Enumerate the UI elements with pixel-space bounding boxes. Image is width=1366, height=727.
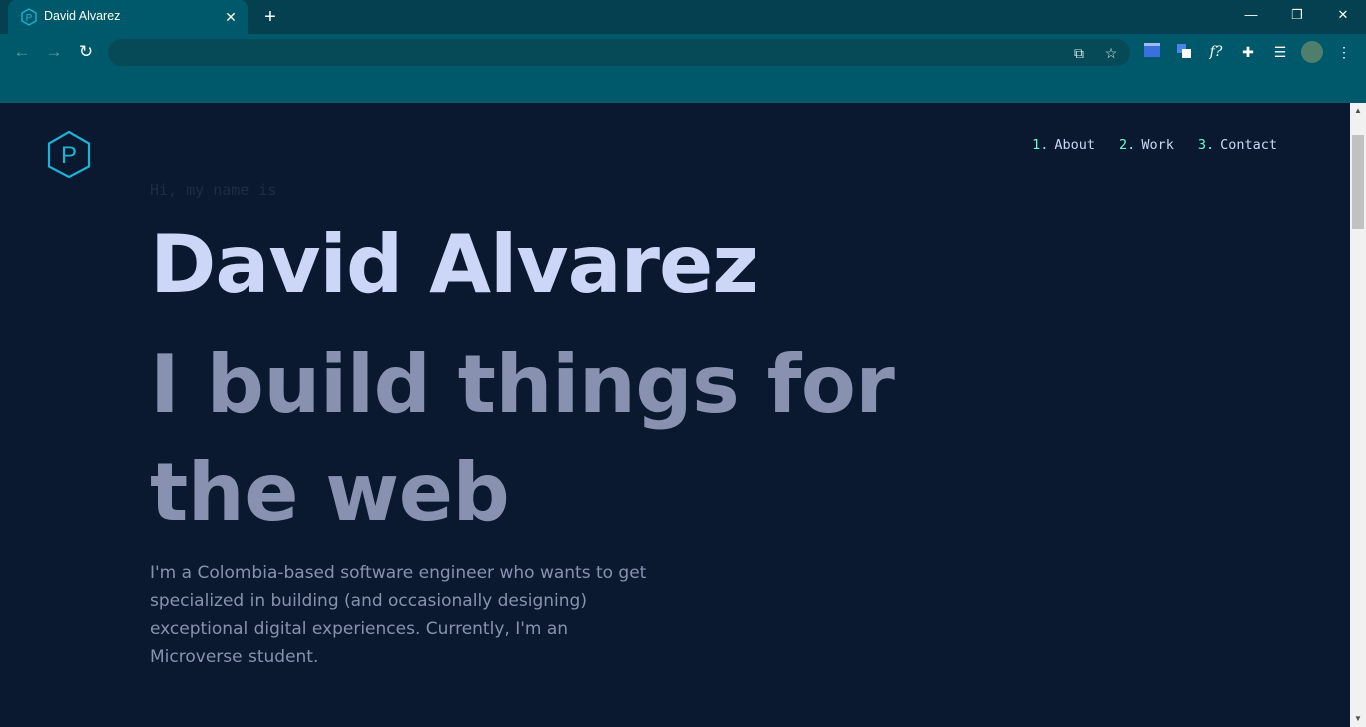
profile-avatar[interactable]	[1301, 41, 1323, 63]
nav-link-about[interactable]: 1. About	[1032, 137, 1095, 153]
nav-number: 3.	[1197, 137, 1215, 153]
browser-menu-icon[interactable]: ⋮	[1334, 42, 1354, 62]
address-bar[interactable]: ⧉ ☆	[108, 39, 1130, 66]
translate-icon[interactable]: ⧉	[1071, 45, 1087, 61]
hero-bio: I'm a Colombia-based software engineer w…	[150, 563, 647, 667]
svg-text:P: P	[61, 142, 77, 169]
scroll-down-icon[interactable]: ▼	[1350, 711, 1366, 727]
nav-label: Work	[1141, 137, 1174, 153]
page-viewport: P 1. About 2. Work 3. Contact Hi, my name i…	[0, 103, 1350, 727]
hero-tagline: I build things for the web	[150, 338, 895, 539]
browser-toolbar: ← → ↻ ⧉ ☆ f? ✚ ☰ ⋮	[0, 34, 1366, 70]
restore-icon[interactable]: ❐	[1274, 0, 1320, 30]
main-nav: 1. About 2. Work 3. Contact	[1032, 137, 1277, 153]
reload-icon[interactable]: ↻	[74, 40, 98, 64]
new-tab-icon[interactable]: +	[259, 6, 281, 28]
scroll-up-icon[interactable]: ▲	[1350, 103, 1366, 119]
site-favicon-icon: P	[21, 8, 37, 26]
nav-label: Contact	[1220, 137, 1277, 153]
nav-link-work[interactable]: 2. Work	[1119, 137, 1174, 153]
translate-extension-icon[interactable]	[1174, 42, 1194, 62]
tab-title: David Alvarez	[44, 9, 121, 23]
close-window-icon[interactable]: ✕	[1320, 0, 1366, 30]
nav-number: 1.	[1032, 137, 1049, 153]
logo-icon[interactable]: P	[46, 130, 92, 178]
tab-strip: P David Alvarez ✕ + — ❐ ✕	[0, 0, 1366, 34]
back-icon[interactable]: ←	[10, 40, 34, 64]
nav-label: About	[1054, 137, 1096, 153]
intro-text: Hi, my name is	[150, 181, 277, 199]
tab-close-icon[interactable]: ✕	[222, 8, 240, 26]
nav-number: 2.	[1119, 137, 1136, 153]
extension-window-icon[interactable]	[1142, 42, 1162, 62]
forward-icon[interactable]: →	[42, 40, 66, 64]
font-finder-icon[interactable]: f?	[1206, 42, 1226, 62]
extensions-puzzle-icon[interactable]: ✚	[1238, 42, 1258, 62]
svg-text:P: P	[26, 13, 33, 24]
page-scrollbar[interactable]: ▲ ▼	[1350, 103, 1366, 727]
hero-name: David Alvarez	[150, 218, 759, 311]
scrollbar-thumb[interactable]	[1352, 135, 1364, 229]
bookmark-star-icon[interactable]: ☆	[1103, 45, 1119, 61]
browser-tab[interactable]: P David Alvarez ✕	[8, 0, 248, 34]
bookmarks-bar	[0, 70, 1366, 103]
minimize-icon[interactable]: —	[1228, 0, 1274, 30]
media-queue-icon[interactable]: ☰	[1270, 42, 1290, 62]
nav-link-contact[interactable]: 3. Contact	[1198, 137, 1277, 153]
